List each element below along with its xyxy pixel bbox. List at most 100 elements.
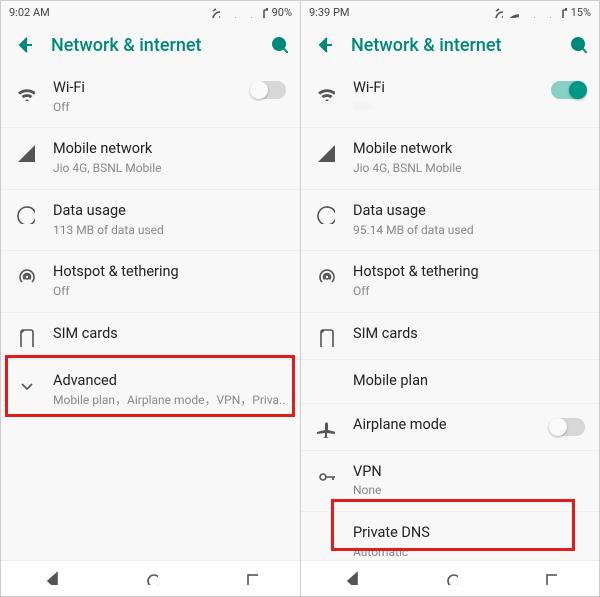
chevron-down-icon [15,374,35,394]
phone-left: 9:02 AM 90% Network & internet Wi-Fi Off [1,1,300,596]
signal-icon [539,6,551,18]
row-airplane-mode[interactable]: Airplane mode [301,404,599,451]
status-bar: 9:39 PM 15% [301,1,599,23]
row-data-usage[interactable]: Data usage 95.14 MB of data used [301,190,599,251]
row-sub: Jio 4G, BSNL Mobile [353,161,585,177]
row-sub: 113 MB of data used [53,223,286,239]
wifi-icon [507,6,519,18]
row-sub: Off [53,100,252,116]
row-advanced[interactable]: Advanced Mobile plan，Airplane mode，VPN，P… [1,360,300,426]
hotspot-icon [315,265,335,285]
hotspot-icon [15,265,35,285]
wifi-switch[interactable] [551,81,585,99]
row-mobile-network[interactable]: Mobile network Jio 4G, BSNL Mobile [1,128,300,189]
airplane-switch[interactable] [551,418,585,436]
battery-icon [555,6,567,18]
row-label: Mobile network [353,140,585,159]
row-sub: Automatic [353,545,585,560]
back-arrow-icon [13,33,33,53]
row-sub: Off [53,284,286,300]
signal-icon [224,6,236,18]
row-label: Wi-Fi [353,79,551,98]
status-time: 9:39 PM [309,6,349,19]
status-battery: 90% [272,6,292,19]
nav-recent-icon [541,569,557,585]
data-usage-icon [15,204,35,224]
nav-back-icon [343,569,359,585]
row-hotspot[interactable]: Hotspot & tethering Off [1,251,300,312]
nav-back[interactable] [43,569,59,589]
search-button[interactable] [268,33,288,57]
status-battery: 15% [571,6,591,19]
row-label: SIM cards [53,325,286,344]
settings-list: Wi-Fi —— Mobile network Jio 4G, BSNL Mob… [301,67,599,560]
row-wifi[interactable]: Wi-Fi —— [301,67,599,128]
back-arrow-icon [313,33,333,53]
airplane-icon [315,418,335,438]
battery-icon [256,6,268,18]
app-bar: Network & internet [301,23,599,67]
settings-list: Wi-Fi Off Mobile network Jio 4G, BSNL Mo… [1,67,300,560]
row-sim-cards[interactable]: SIM cards [301,313,599,360]
row-sub: None [353,483,585,499]
row-mobile-network[interactable]: Mobile network Jio 4G, BSNL Mobile [301,128,599,189]
row-private-dns[interactable]: Private DNS Automatic [301,512,599,560]
row-data-usage[interactable]: Data usage 113 MB of data used [1,190,300,251]
nav-home-icon [142,569,158,585]
status-bar: 9:02 AM 90% [1,1,300,23]
wifi-icon [315,81,335,101]
row-sim-cards[interactable]: SIM cards [1,313,300,360]
nav-back-icon [43,569,59,585]
phone-right: 9:39 PM 15% Network & internet Wi-Fi —— [300,1,599,596]
sim-icon [315,327,335,347]
signal-icon [523,6,535,18]
row-label: Advanced [53,372,286,391]
row-sub: Off [353,284,585,300]
status-icons: 90% [208,6,292,19]
row-vpn[interactable]: VPN None [301,451,599,512]
row-label: Wi-Fi [53,79,252,98]
signal-icon [15,142,35,162]
status-time: 9:02 AM [9,6,50,19]
row-wifi[interactable]: Wi-Fi Off [1,67,300,128]
nav-bar [1,560,300,596]
row-label: Hotspot & tethering [353,263,585,282]
nav-home[interactable] [142,569,158,589]
nav-bar [301,560,599,596]
wifi-switch[interactable] [252,81,286,99]
row-label: Mobile plan [353,372,585,391]
row-label: Data usage [353,202,585,221]
app-bar: Network & internet [1,23,300,67]
nav-home[interactable] [442,569,458,589]
status-icons: 15% [491,6,591,19]
row-label: Private DNS [353,524,585,543]
row-label: Data usage [53,202,286,221]
search-button[interactable] [567,33,587,57]
nav-recent[interactable] [242,569,258,589]
row-label: Mobile network [53,140,286,159]
back-button[interactable] [313,33,333,57]
nav-recent[interactable] [541,569,557,589]
nav-home-icon [442,569,458,585]
alarm-icon [491,6,503,18]
nav-recent-icon [242,569,258,585]
row-hotspot[interactable]: Hotspot & tethering Off [301,251,599,312]
back-button[interactable] [13,33,33,57]
wifi-icon [15,81,35,101]
alarm-icon [208,6,220,18]
page-title: Network & internet [51,35,250,56]
row-mobile-plan[interactable]: Mobile plan [301,360,599,404]
vpn-key-icon [315,465,335,485]
row-sub: Mobile plan，Airplane mode，VPN，Priva.. [53,393,286,409]
signal-icon [240,6,252,18]
row-label: Hotspot & tethering [53,263,286,282]
row-label: VPN [353,463,585,482]
signal-icon [315,142,335,162]
row-sub: —— [353,100,551,116]
search-icon [268,33,288,53]
nav-back[interactable] [343,569,359,589]
data-usage-icon [315,204,335,224]
row-sub: 95.14 MB of data used [353,223,585,239]
page-title: Network & internet [351,35,549,56]
row-label: Airplane mode [353,416,551,435]
